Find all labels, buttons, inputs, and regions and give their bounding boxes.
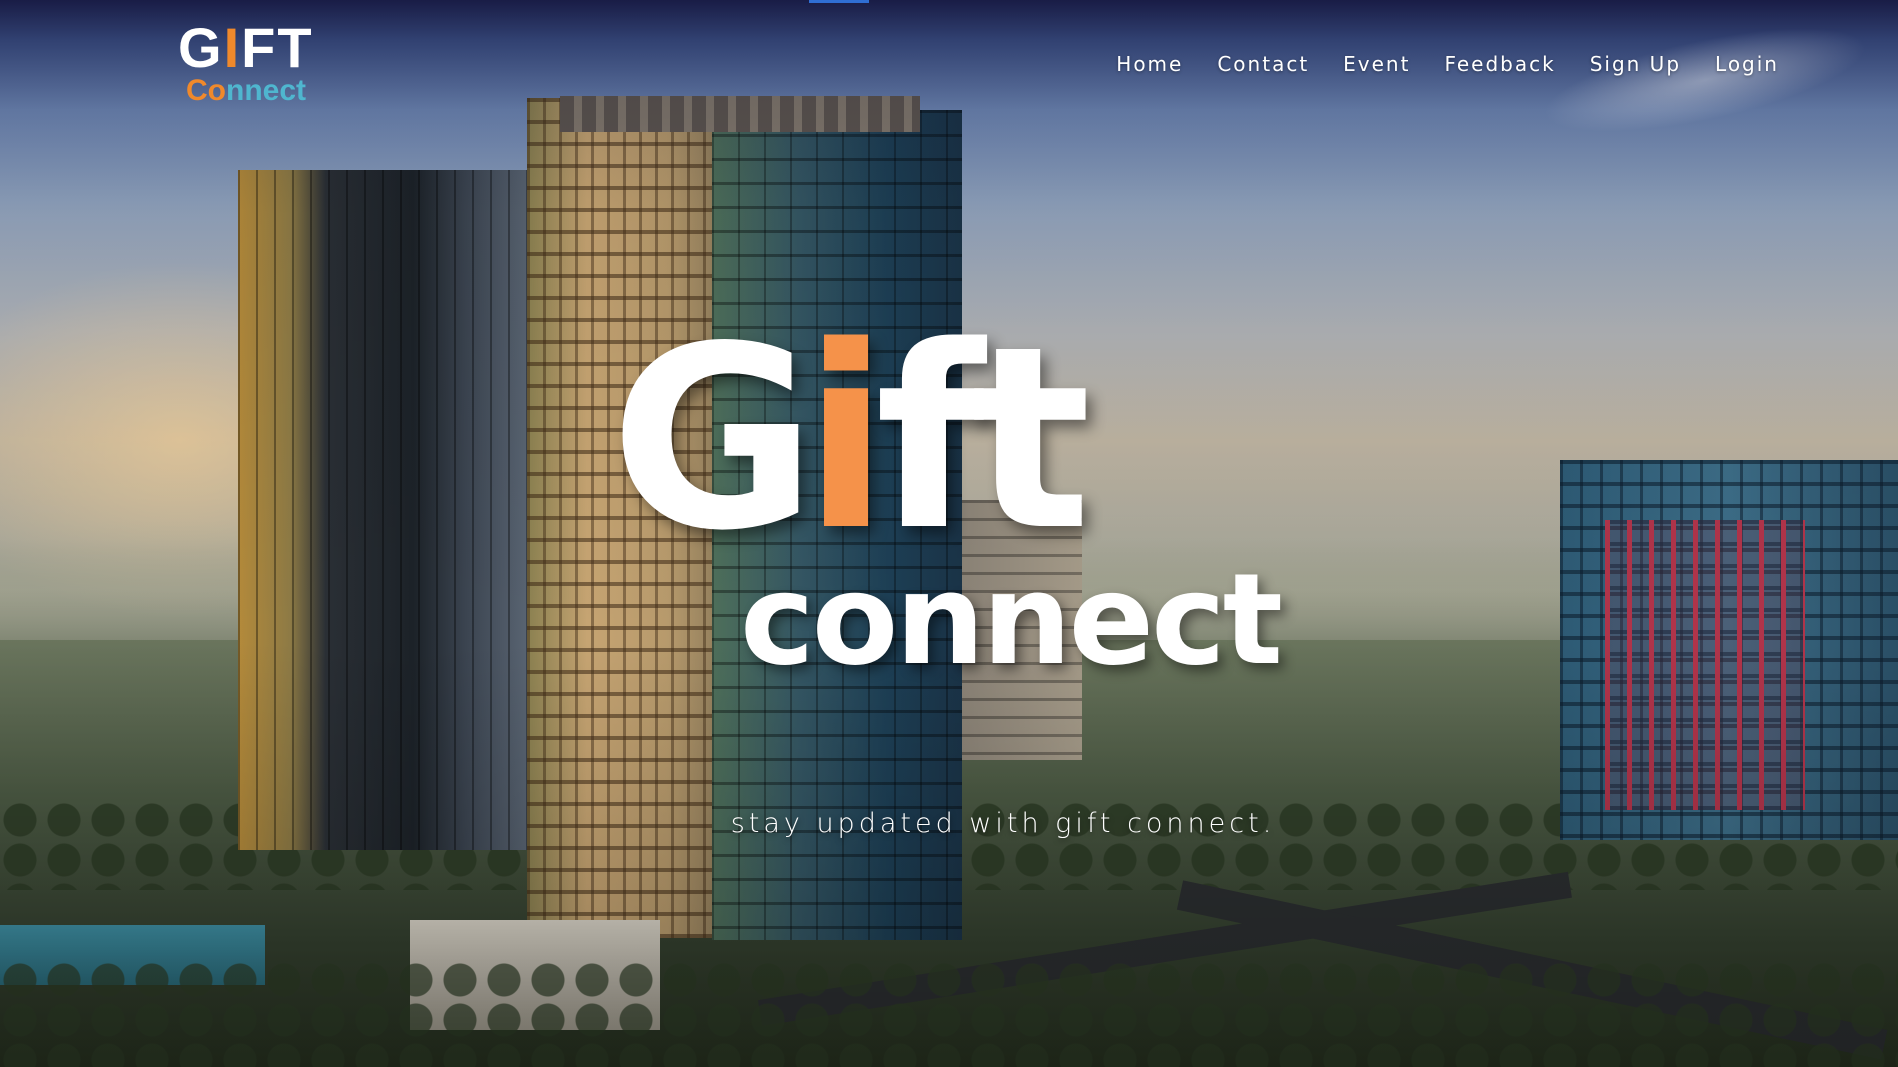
main-nav: Home Contact Event Feedback Sign Up Logi… [1099, 48, 1796, 80]
nav-sign-up[interactable]: Sign Up [1573, 48, 1698, 80]
nav-event[interactable]: Event [1326, 48, 1427, 80]
logo-accent-letters: Co [186, 74, 226, 107]
logo-letter: G [178, 16, 224, 79]
nav-feedback[interactable]: Feedback [1427, 48, 1572, 80]
image-overlay [0, 0, 1898, 1067]
logo-letters: nnect [226, 74, 307, 107]
nav-login[interactable]: Login [1698, 48, 1796, 80]
brand-logo[interactable]: GIFT Connect [178, 18, 348, 108]
nav-home[interactable]: Home [1099, 48, 1200, 80]
logo-letters: FT [241, 16, 314, 79]
logo-connect-text: Connect [186, 74, 306, 108]
logo-accent-letter: I [223, 16, 242, 79]
nav-contact[interactable]: Contact [1200, 48, 1326, 80]
logo-gift-text: GIFT [178, 18, 314, 78]
top-accent-bar [809, 0, 869, 3]
hero-background-image [0, 0, 1898, 1067]
